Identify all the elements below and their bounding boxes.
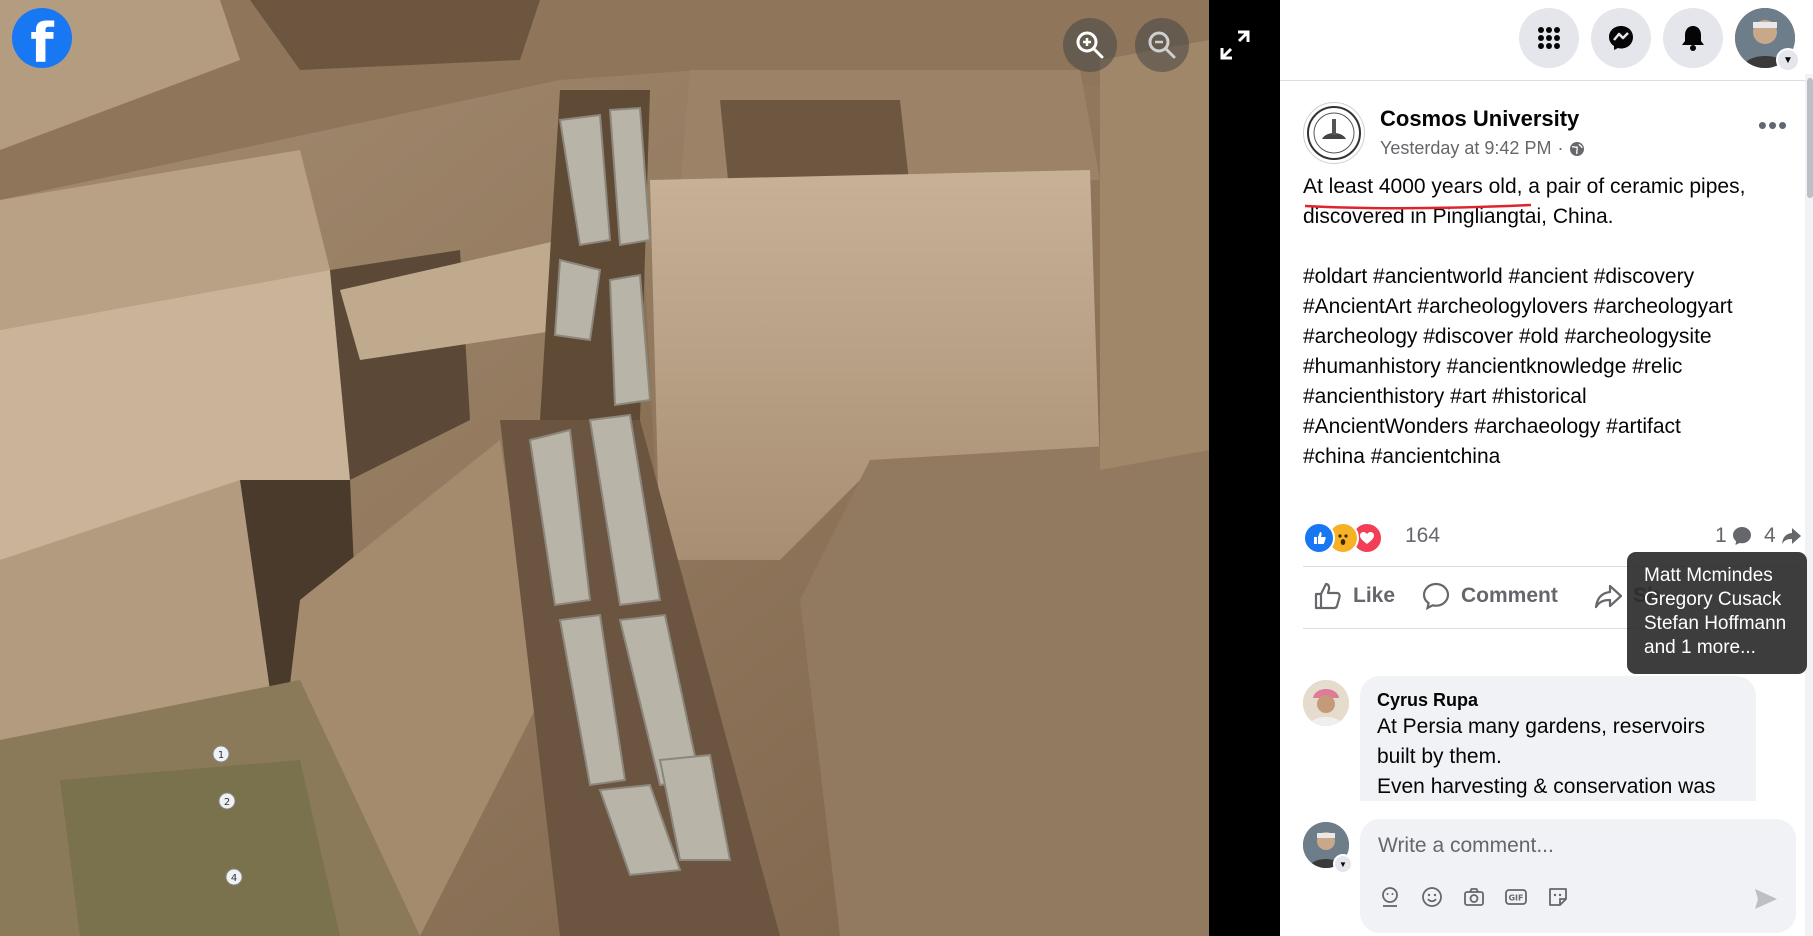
reactors-tooltip: Matt Mcmindes Gregory Cusack Stefan Hoff… xyxy=(1627,552,1807,674)
hashtag-line[interactable]: #archeology #discover #old #archeologysi… xyxy=(1303,322,1803,352)
text-rest: , a pair of ceramic pipes, xyxy=(1516,175,1746,198)
hashtag-line[interactable]: #AncientWonders #archaeology #artifact xyxy=(1303,412,1803,442)
post-header: Cosmos University Yesterday at 9:42 PM ·… xyxy=(1303,102,1793,166)
hashtag-line[interactable]: #china #ancientchina xyxy=(1303,442,1803,472)
facebook-logo[interactable]: f xyxy=(12,8,72,74)
post-options-button[interactable]: ••• xyxy=(1753,112,1793,146)
hashtags: #oldart #ancientworld #ancient #discover… xyxy=(1303,262,1803,472)
panel-scrollbar[interactable] xyxy=(1805,74,1813,936)
camera-icon xyxy=(1464,888,1484,906)
comment-label: Comment xyxy=(1461,584,1558,607)
tooltip-name: and 1 more... xyxy=(1644,637,1756,658)
composer-tools: GIF xyxy=(1376,883,1572,913)
comment-count[interactable]: 1 xyxy=(1715,524,1753,548)
comment-author[interactable]: Cyrus Rupa xyxy=(1377,688,1739,712)
facebook-logo-letter: f xyxy=(30,12,54,75)
page-avatar[interactable] xyxy=(1303,102,1365,164)
sticker-icon xyxy=(1549,888,1567,906)
zoom-in-icon xyxy=(1076,31,1104,59)
comment-bubble: Cyrus Rupa At Persia many gardens, reser… xyxy=(1360,676,1756,801)
post-photo[interactable]: 1 2 4 xyxy=(0,0,1209,936)
zoom-out-icon xyxy=(1148,31,1176,59)
comment-composer: ▼ GIF xyxy=(1303,816,1799,936)
thumbs-up-icon xyxy=(1314,582,1341,610)
like-button[interactable]: Like xyxy=(1313,574,1395,618)
globe-icon xyxy=(1570,141,1585,156)
top-nav: ▼ xyxy=(1280,8,1813,72)
share-icon xyxy=(1594,584,1623,609)
comment-line: At Persia many gardens, reservoirs xyxy=(1377,715,1705,738)
reaction-count[interactable]: 164 xyxy=(1405,524,1440,548)
hashtag-line[interactable]: #humanhistory #ancientknowledge #relic xyxy=(1303,352,1803,382)
meta-separator: · xyxy=(1557,138,1564,158)
comment-line: built by them. xyxy=(1377,745,1502,768)
photo-marker: 4 xyxy=(231,873,237,884)
notifications-button[interactable] xyxy=(1663,8,1723,68)
avatar-sticker-button[interactable] xyxy=(1376,883,1404,911)
messenger-button[interactable] xyxy=(1591,8,1651,68)
grid-menu-icon xyxy=(1538,27,1560,49)
photo-marker: 1 xyxy=(218,750,224,761)
account-chevron-icon[interactable]: ▼ xyxy=(1776,48,1800,72)
share-count-value: 4 xyxy=(1764,524,1776,547)
comment-line: Even harvesting & conservation was xyxy=(1377,775,1716,798)
commenter-avatar[interactable] xyxy=(1303,680,1349,726)
reactions-row: 164 1 4 xyxy=(1303,518,1802,554)
red-underline-annotation xyxy=(1304,203,1532,210)
hashtag-line[interactable]: #AncientArt #archeologylovers #archeolog… xyxy=(1303,292,1803,322)
tooltip-name: Gregory Cusack xyxy=(1644,589,1782,610)
photo-marker: 2 xyxy=(224,797,230,808)
gif-button[interactable]: GIF xyxy=(1502,883,1530,911)
emoji-icon xyxy=(1422,887,1442,907)
emoji-button[interactable] xyxy=(1418,883,1446,911)
page-name[interactable]: Cosmos University xyxy=(1380,106,1579,132)
svg-text:GIF: GIF xyxy=(1508,894,1523,903)
tooltip-name: Stefan Hoffmann xyxy=(1644,613,1787,634)
panel-scrollbar-thumb[interactable] xyxy=(1807,78,1813,198)
send-icon[interactable] xyxy=(1752,885,1780,913)
share-arrow-icon xyxy=(1781,528,1801,544)
menu-button[interactable] xyxy=(1519,8,1579,68)
comment-icon xyxy=(1422,582,1450,611)
expand-icon[interactable] xyxy=(1218,28,1252,62)
hashtag-line[interactable]: #ancienthistory #art #historical xyxy=(1303,382,1803,412)
composer-chevron-icon[interactable]: ▼ xyxy=(1333,854,1353,874)
photo-button[interactable] xyxy=(1460,883,1488,911)
tooltip-name: Matt Mcmindes xyxy=(1644,565,1773,586)
post-panel: ▼ Cosmos University Yesterday at 9:42 PM… xyxy=(1280,0,1813,936)
bell-icon xyxy=(1682,26,1704,51)
share-count[interactable]: 4 xyxy=(1764,524,1802,548)
photo-viewer: 1 2 4 f xyxy=(0,0,1280,936)
text-highlight: At least 4000 years old xyxy=(1303,175,1517,198)
post-meta: Yesterday at 9:42 PM · xyxy=(1380,138,1585,159)
comment-bubble-icon xyxy=(1732,527,1751,545)
comment-count-value: 1 xyxy=(1715,524,1727,547)
like-label: Like xyxy=(1353,584,1396,607)
sticker-button[interactable] xyxy=(1544,883,1572,911)
header-divider xyxy=(1280,80,1813,81)
hashtag-line[interactable]: #oldart #ancientworld #ancient #discover… xyxy=(1303,262,1803,292)
comment-button[interactable]: Comment xyxy=(1421,574,1558,618)
post-timestamp[interactable]: Yesterday at 9:42 PM xyxy=(1380,138,1551,159)
comment-box: GIF xyxy=(1360,819,1796,933)
zoom-in-button[interactable] xyxy=(1063,18,1117,72)
comment-input[interactable] xyxy=(1376,833,1780,859)
gif-icon: GIF xyxy=(1505,889,1527,905)
like-reaction-icon[interactable] xyxy=(1303,522,1335,554)
zoom-out-button[interactable] xyxy=(1135,18,1189,72)
avatar-sticker-icon xyxy=(1382,887,1398,907)
comment: Cyrus Rupa At Persia many gardens, reser… xyxy=(1303,676,1799,801)
messenger-icon xyxy=(1609,26,1633,50)
